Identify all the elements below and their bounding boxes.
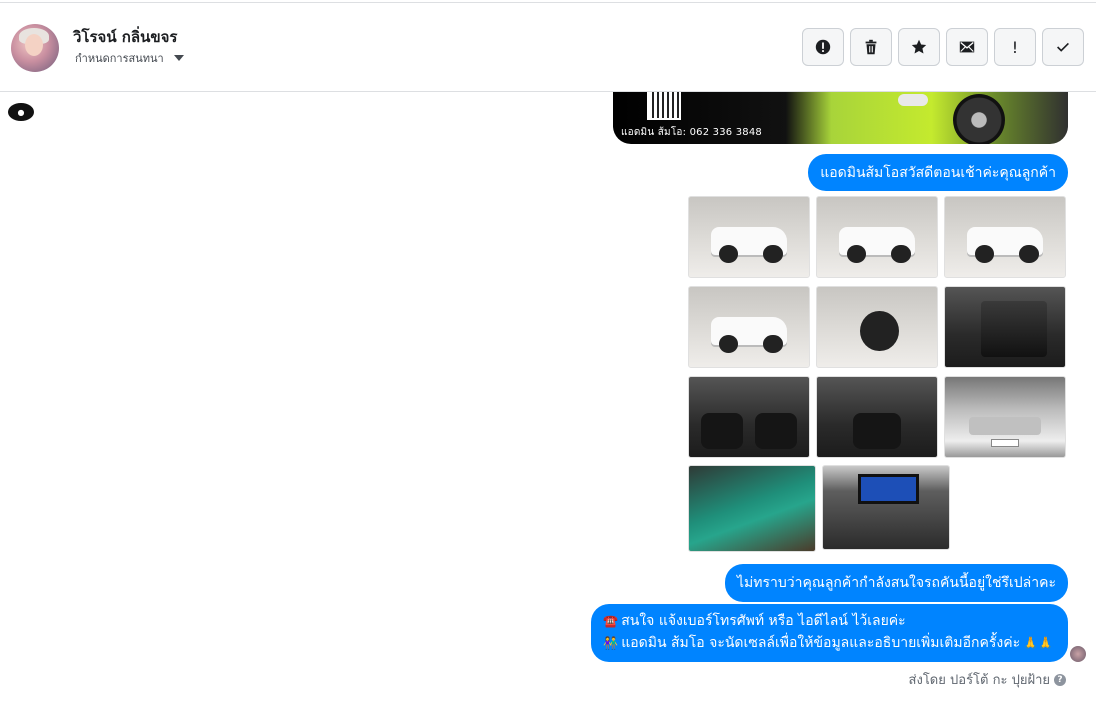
offer-line-1-text: สนใจ แจ้งเบอร์โทรศัพท์ หรือ ไอดีไลน์ ไว้… <box>621 613 906 629</box>
offer-line-2-text: แอดมิน ส้มโอ จะนัดเซลล์เพื่อให้ข้อมูลและ… <box>621 635 1021 651</box>
message-question[interactable]: ไม่ทราบว่าคุณลูกค้ากำลังสนใจรถคันนี้อยู่… <box>725 564 1068 602</box>
stereo-shape <box>858 474 919 505</box>
car-photo-door[interactable] <box>944 286 1066 368</box>
done-button[interactable] <box>1042 28 1084 66</box>
assign-label: กำหนดการสนทนา <box>75 52 164 65</box>
flag-button[interactable]: ! <box>994 28 1036 66</box>
banner-headlamp <box>898 94 928 106</box>
trash-icon <box>865 39 877 55</box>
pray-emoji-icon: 🙏🙏 <box>1023 636 1053 650</box>
people-emoji-icon: 👫 <box>603 636 619 650</box>
assign-conversation-dropdown[interactable]: กำหนดการสนทนา <box>75 49 184 67</box>
exclamation-icon: ! <box>1011 37 1019 57</box>
spam-button[interactable] <box>802 28 844 66</box>
tire-shape <box>860 311 899 351</box>
caret-down-icon <box>173 55 184 61</box>
grille-shape <box>969 417 1041 435</box>
tire-shape <box>1019 245 1039 263</box>
car-photo-battery[interactable] <box>688 465 816 552</box>
sent-by-info: ส่งโดย ปอร์โต้ กะ ปุยฝ้าย ? <box>909 669 1066 690</box>
phone-emoji-icon: ☎️ <box>603 614 619 628</box>
car-photo-rear[interactable] <box>816 196 938 278</box>
header-actions: ! <box>802 28 1084 66</box>
car-photo-stereo[interactable] <box>822 465 950 550</box>
tire-shape <box>719 245 739 263</box>
envelope-icon <box>959 41 975 53</box>
tire-shape <box>763 335 783 353</box>
banner-phone-text: แอดมิน ส้มโอ: 062 336 3848 <box>621 127 762 138</box>
offer-line-1: ☎️ สนใจ แจ้งเบอร์โทรศัพท์ หรือ ไอดีไลน์ ไ… <box>603 610 1056 632</box>
tire-shape <box>719 335 739 353</box>
contact-name[interactable]: วิโรจน์ กลิ่นขจร <box>73 25 177 49</box>
tire-shape <box>847 245 867 263</box>
sent-by-text: ส่งโดย ปอร์โต้ กะ ปุยฝ้าย <box>908 673 1050 688</box>
read-receipt-avatar <box>1070 646 1086 662</box>
message-thread: ● แอดมิน ส้มโอ: 062 336 3848 แอดมินส้มโอ… <box>0 92 1096 703</box>
qr-code-icon <box>647 92 681 120</box>
door-shape <box>981 301 1047 358</box>
offer-line-2: 👫 แอดมิน ส้มโอ จะนัดเซลล์เพื่อให้ข้อมูลแล… <box>603 632 1056 654</box>
seat-shape <box>755 413 797 449</box>
check-icon <box>1057 42 1069 52</box>
car-photo-engine[interactable] <box>944 376 1066 458</box>
page-logo-icon: ● <box>8 103 34 121</box>
message-greeting[interactable]: แอดมินส้มโอสวัสดีตอนเช้าค่ะคุณลูกค้า <box>808 154 1068 191</box>
car-photo-wheel[interactable] <box>816 286 938 368</box>
tire-shape <box>891 245 911 263</box>
star-button[interactable] <box>898 28 940 66</box>
delete-button[interactable] <box>850 28 892 66</box>
car-photo-rear-left[interactable] <box>688 196 810 278</box>
message-offer[interactable]: ☎️ สนใจ แจ้งเบอร์โทรศัพท์ หรือ ไอดีไลน์ ไ… <box>591 604 1068 662</box>
star-icon <box>911 39 927 54</box>
tire-shape <box>975 245 995 263</box>
plate-shape <box>990 439 1020 448</box>
mark-unread-button[interactable] <box>946 28 988 66</box>
seat-shape <box>853 413 901 449</box>
banner-wheel <box>953 94 1005 144</box>
car-photo-gearshift[interactable] <box>816 376 938 458</box>
car-photo-side-right[interactable] <box>688 286 810 368</box>
car-photo-interior[interactable] <box>688 376 810 458</box>
conversation-header: วิโรจน์ กลิ่นขจร กำหนดการสนทนา ! <box>0 3 1096 92</box>
avatar-face <box>25 34 43 56</box>
contact-avatar[interactable] <box>11 24 59 72</box>
help-icon[interactable]: ? <box>1054 673 1066 686</box>
alert-circle-icon <box>815 39 831 55</box>
seat-shape <box>701 413 743 449</box>
promo-banner-image[interactable]: แอดมิน ส้มโอ: 062 336 3848 <box>613 92 1068 144</box>
tire-shape <box>763 245 783 263</box>
car-photo-side[interactable] <box>944 196 1066 278</box>
